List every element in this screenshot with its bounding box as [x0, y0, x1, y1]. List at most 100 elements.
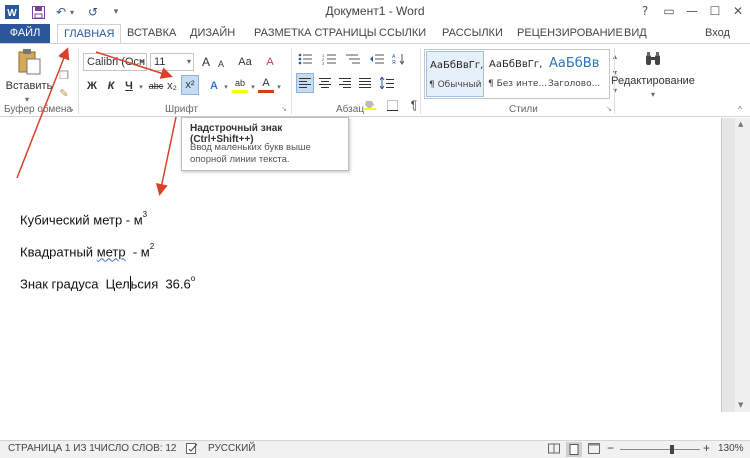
- font-size-combo[interactable]: 11 ▾: [150, 53, 194, 71]
- paste-icon[interactable]: [14, 47, 44, 77]
- tab-view[interactable]: ВИД: [624, 24, 647, 43]
- highlight-dropdown-icon[interactable]: ▾: [249, 78, 257, 96]
- format-painter-icon[interactable]: ✎: [56, 84, 72, 102]
- group-label-clipboard: Буфер обмена: [4, 104, 72, 115]
- align-center-icon[interactable]: [316, 74, 334, 92]
- sort-icon[interactable]: AЯ: [390, 50, 408, 68]
- grow-font-button[interactable]: A: [198, 53, 214, 71]
- page-count[interactable]: СТРАНИЦА 1 ИЗ 1: [8, 443, 95, 454]
- style-heading1[interactable]: АаБбВв Заголово...: [546, 51, 604, 97]
- superscript-button[interactable]: x²: [181, 75, 199, 95]
- strikethrough-button[interactable]: abc: [147, 77, 165, 95]
- zoom-out-button[interactable]: −: [607, 441, 614, 455]
- group-separator: [78, 48, 79, 114]
- ribbon-tabs: ФАЙЛ ГЛАВНАЯ ВСТАВКА ДИЗАЙН РАЗМЕТКА СТР…: [0, 24, 750, 44]
- group-separator: [420, 48, 421, 114]
- editing-dropdown-icon[interactable]: ▾: [647, 85, 659, 103]
- cut-icon[interactable]: ✂: [56, 47, 72, 65]
- tab-review[interactable]: РЕЦЕНЗИРОВАНИЕ: [517, 24, 623, 43]
- style-name: ¶ Обычный: [429, 80, 482, 90]
- help-button[interactable]: ?: [634, 2, 656, 20]
- zoom-level[interactable]: 130%: [718, 443, 744, 454]
- align-left-icon[interactable]: [296, 73, 314, 93]
- tooltip-body: Ввод маленьких букв выше опорной линии т…: [190, 142, 311, 165]
- numbering-icon[interactable]: 123: [320, 50, 338, 68]
- justify-icon[interactable]: [356, 74, 374, 92]
- italic-button[interactable]: К: [104, 77, 118, 95]
- scroll-down-icon[interactable]: ▼: [738, 401, 743, 409]
- zoom-slider-track[interactable]: [620, 449, 700, 450]
- tab-insert[interactable]: ВСТАВКА: [127, 24, 176, 43]
- document-line-1[interactable]: Кубический метр - м3: [20, 210, 148, 228]
- word-count[interactable]: ЧИСЛО СЛОВ: 12: [94, 443, 176, 454]
- line-text: Кубический метр - м: [20, 212, 143, 228]
- tab-home[interactable]: ГЛАВНАЯ: [57, 24, 122, 44]
- proofing-icon[interactable]: [186, 443, 198, 457]
- print-layout-icon[interactable]: [566, 442, 582, 457]
- subscript-button[interactable]: x₂: [164, 77, 180, 95]
- web-layout-icon[interactable]: [588, 443, 600, 457]
- align-right-icon[interactable]: [336, 74, 354, 92]
- tab-page-layout[interactable]: РАЗМЕТКА СТРАНИЦЫ: [254, 24, 376, 43]
- text-effects-button[interactable]: A: [206, 77, 222, 95]
- style-name: Заголово...: [548, 79, 601, 89]
- vertical-scrollbar[interactable]: ▲ ▼: [735, 118, 750, 412]
- change-case-button[interactable]: Aa: [236, 53, 254, 71]
- read-mode-icon[interactable]: [548, 443, 560, 457]
- zoom-slider-thumb[interactable]: [670, 445, 674, 454]
- bullets-icon[interactable]: [296, 50, 314, 68]
- tab-file[interactable]: ФАЙЛ: [0, 24, 50, 43]
- font-name-combo[interactable]: Calibri (Осн ▾: [83, 53, 147, 71]
- language[interactable]: РУССКИЙ: [208, 443, 255, 454]
- close-button[interactable]: ✕: [727, 2, 749, 20]
- line-text: ьсия 36.6: [130, 276, 191, 292]
- ribbon: Вставить ▾ ✂ ❐ ✎ Буфер обмена ↘ Calibri …: [0, 43, 750, 117]
- clear-formatting-button[interactable]: A: [262, 53, 278, 71]
- spelling-marked-word: метр: [96, 244, 126, 260]
- document-line-2[interactable]: Квадратный метр - м2: [20, 242, 154, 260]
- style-no-spacing[interactable]: АаБбВвГг, ¶ Без инте...: [486, 51, 547, 97]
- scroll-up-icon[interactable]: ▲: [738, 120, 743, 128]
- collapse-ribbon-icon[interactable]: ^: [734, 104, 746, 114]
- underline-dropdown-icon[interactable]: ▾: [137, 78, 145, 96]
- paragraph-launcher-icon[interactable]: ↘: [410, 104, 418, 114]
- copy-icon[interactable]: ❐: [56, 66, 72, 84]
- tab-design[interactable]: ДИЗАЙН: [190, 24, 235, 43]
- underline-button[interactable]: Ч: [122, 77, 136, 95]
- styles-scroll-up-icon[interactable]: ▲: [610, 49, 620, 65]
- maximize-button[interactable]: ☐: [704, 2, 726, 20]
- group-separator: [291, 48, 292, 114]
- document-line-3[interactable]: Знак градуса Цельсия 36.6o: [20, 274, 195, 292]
- font-name-value: Calibri (Осн: [87, 56, 146, 68]
- binoculars-icon[interactable]: [643, 48, 663, 70]
- chevron-down-icon: ▾: [139, 57, 144, 66]
- word-window: W ↶ ▾ ↺ ▾ Документ1 - Word ? ▭ — ☐ ✕ ФАЙ…: [0, 0, 750, 458]
- text-effects-dropdown-icon[interactable]: ▾: [222, 78, 230, 96]
- minimize-button[interactable]: —: [681, 2, 703, 20]
- tab-references[interactable]: ССЫЛКИ: [379, 24, 426, 43]
- status-bar: СТРАНИЦА 1 ИЗ 1 ЧИСЛО СЛОВ: 12 РУССКИЙ −…: [0, 440, 750, 458]
- highlight-button[interactable]: ab: [232, 75, 248, 93]
- clipboard-launcher-icon[interactable]: ↘: [67, 104, 75, 114]
- line-spacing-icon[interactable]: [378, 74, 396, 92]
- font-launcher-icon[interactable]: ↘: [280, 104, 288, 114]
- sign-in-link[interactable]: Вход: [705, 24, 730, 43]
- styles-launcher-icon[interactable]: ↘: [605, 104, 613, 114]
- decrease-indent-icon[interactable]: [368, 50, 386, 68]
- style-normal[interactable]: АаБбВвГг, ¶ Обычный: [426, 51, 484, 97]
- style-preview: АаБбВвГг,: [489, 59, 543, 70]
- document-page[interactable]: Кубический метр - м3 Квадратный метр - м…: [0, 118, 722, 412]
- line-text: - м: [125, 244, 150, 260]
- borders-icon[interactable]: [384, 96, 400, 114]
- superscript-3: 3: [142, 210, 148, 219]
- zoom-in-button[interactable]: +: [703, 441, 710, 455]
- ribbon-options-button[interactable]: ▭: [658, 2, 680, 20]
- font-color-button[interactable]: A: [258, 75, 274, 93]
- font-color-dropdown-icon[interactable]: ▾: [275, 78, 283, 96]
- bold-button[interactable]: Ж: [85, 77, 99, 95]
- multilevel-list-icon[interactable]: [344, 50, 362, 68]
- styles-gallery: АаБбВвГг, ¶ Обычный АаБбВвГг, ¶ Без инте…: [424, 49, 610, 99]
- shading-icon[interactable]: [362, 96, 378, 114]
- tab-mailings[interactable]: РАССЫЛКИ: [442, 24, 503, 43]
- shrink-font-button[interactable]: A: [214, 55, 228, 73]
